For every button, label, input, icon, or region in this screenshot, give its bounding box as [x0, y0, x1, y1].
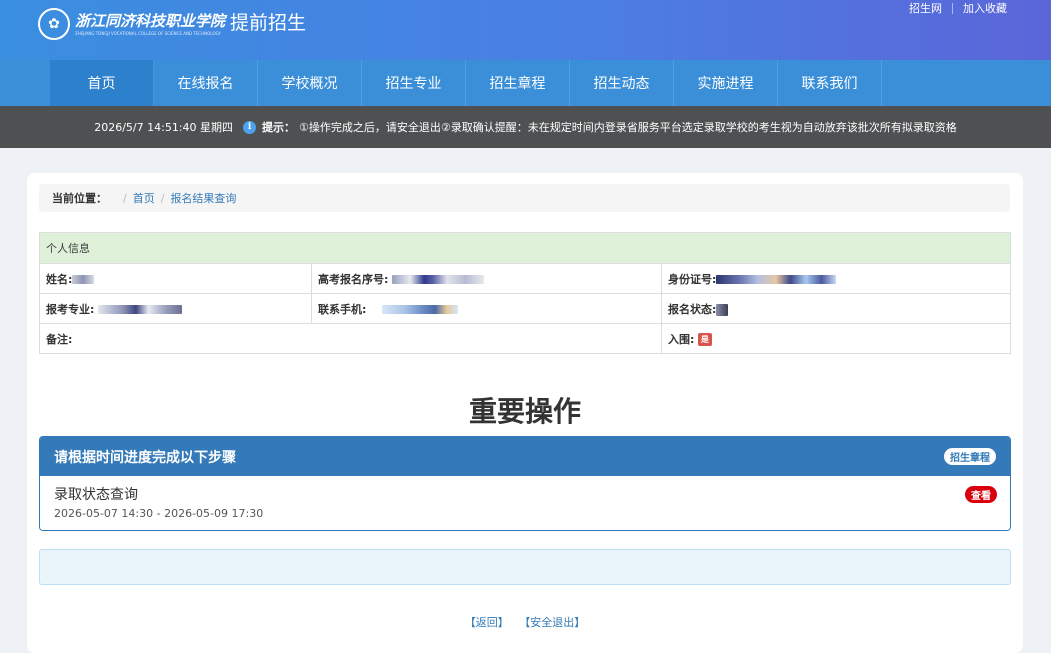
- section-title: 重要操作: [468, 395, 581, 428]
- nav-regulations[interactable]: 招生章程: [466, 60, 570, 106]
- phone-redacted: [382, 305, 459, 314]
- major-redacted: [98, 305, 183, 314]
- current-datetime: 2026/5/7 14:51:40 星期四: [94, 121, 234, 134]
- major-label: 报考专业:: [46, 302, 95, 316]
- breadcrumb-home[interactable]: 首页: [133, 190, 155, 206]
- nav-contact[interactable]: 联系我们: [778, 60, 882, 106]
- nav-online-apply[interactable]: 在线报名: [154, 60, 258, 106]
- school-logo[interactable]: ✿ 浙江同济科技职业学院 ZHEJIANG TONGJI VOCATIONAL …: [38, 8, 225, 40]
- add-favorite-link[interactable]: 加入收藏: [963, 0, 1007, 16]
- site-name: 提前招生: [230, 12, 307, 34]
- nav-news[interactable]: 招生动态: [570, 60, 674, 106]
- admissions-site-link[interactable]: 招生网: [909, 0, 942, 16]
- status-cell: 报名状态:: [661, 293, 1011, 324]
- name-label: 姓名:: [46, 272, 73, 286]
- id-no-redacted: [716, 275, 837, 284]
- top-link-divider: [952, 2, 953, 14]
- shortlist-cell: 入围: 是: [661, 323, 1011, 354]
- view-button[interactable]: 查看: [965, 486, 997, 503]
- phone-label: 联系手机:: [318, 302, 367, 316]
- main-nav: 首页 在线报名 学校概况 招生专业 招生章程 招生动态 实施进程 联系我们: [0, 60, 1051, 106]
- nav-school-overview[interactable]: 学校概况: [258, 60, 362, 106]
- site-header: ✿ 浙江同济科技职业学院 ZHEJIANG TONGJI VOCATIONAL …: [0, 0, 1051, 60]
- major-cell: 报考专业:: [39, 293, 312, 324]
- personal-info-table: 个人信息 姓名: 高考报名序号: 身份证号: 报考专业: 联系手机: 报名状态:: [39, 232, 1011, 354]
- footer-links: 【返回】 【安全退出】: [27, 614, 1023, 630]
- info-alert-box: [39, 549, 1011, 585]
- list-item: 录取状态查询 2026-05-07 14:30 - 2026-05-09 17:…: [40, 476, 1010, 530]
- exam-no-label: 高考报名序号:: [318, 272, 389, 286]
- breadcrumb-separator: /: [160, 191, 165, 205]
- breadcrumb: 当前位置： / 首页 / 报名结果查询: [39, 184, 1010, 212]
- notice-bar: 2026/5/7 14:51:40 星期四 i 提示： ①操作完成之后，请安全退…: [0, 106, 1051, 148]
- breadcrumb-current[interactable]: 报名结果查询: [170, 190, 236, 206]
- step-title: 录取状态查询: [54, 487, 138, 503]
- exam-no-cell: 高考报名序号:: [311, 263, 662, 294]
- name-cell: 姓名:: [39, 263, 312, 294]
- breadcrumb-label: 当前位置：: [52, 192, 107, 205]
- notice-text: ①操作完成之后，请安全退出②录取确认提醒：未在规定时间内登录省服务平台选定录取学…: [299, 121, 957, 134]
- shortlist-label: 入围:: [668, 332, 695, 346]
- breadcrumb-separator: /: [123, 191, 127, 205]
- back-link[interactable]: 【返回】: [465, 616, 509, 629]
- main-panel: 当前位置： / 首页 / 报名结果查询 个人信息 姓名: 高考报名序号: 身份证…: [27, 173, 1023, 653]
- regulations-badge-button[interactable]: 招生章程: [944, 448, 996, 465]
- id-no-cell: 身份证号:: [661, 263, 1011, 294]
- steps-panel: 请根据时间进度完成以下步骤 招生章程 录取状态查询 2026-05-07 14:…: [39, 436, 1011, 531]
- nav-progress[interactable]: 实施进程: [674, 60, 778, 106]
- status-redacted: [716, 303, 729, 316]
- status-label: 报名状态:: [668, 302, 717, 316]
- phone-cell: 联系手机:: [311, 293, 662, 324]
- steps-header-text: 请根据时间进度完成以下步骤: [54, 449, 236, 466]
- logo-chinese-name: 浙江同济科技职业学院: [75, 12, 226, 30]
- personal-info-title: 个人信息: [39, 232, 1011, 264]
- exam-no-redacted: [392, 275, 485, 284]
- nav-majors[interactable]: 招生专业: [362, 60, 466, 106]
- remark-label: 备注:: [46, 332, 73, 346]
- hint-label: 提示：: [262, 121, 296, 134]
- logo-text: 浙江同济科技职业学院 ZHEJIANG TONGJI VOCATIONAL CO…: [75, 11, 225, 37]
- nav-home[interactable]: 首页: [50, 60, 154, 106]
- info-icon: i: [243, 120, 257, 134]
- top-links: 招生网 加入收藏: [909, 0, 1007, 16]
- logo-english-name: ZHEJIANG TONGJI VOCATIONAL COLLEGE OF SC…: [75, 31, 221, 36]
- remark-cell: 备注:: [39, 323, 662, 354]
- steps-header: 请根据时间进度完成以下步骤 招生章程: [40, 437, 1010, 476]
- school-emblem-icon: ✿: [38, 8, 70, 40]
- id-no-label: 身份证号:: [668, 272, 717, 286]
- shortlist-badge: 是: [697, 333, 712, 346]
- name-redacted: [72, 275, 95, 284]
- step-time-range: 2026-05-07 14:30 - 2026-05-09 17:30: [54, 507, 264, 520]
- logout-link[interactable]: 【安全退出】: [519, 616, 585, 629]
